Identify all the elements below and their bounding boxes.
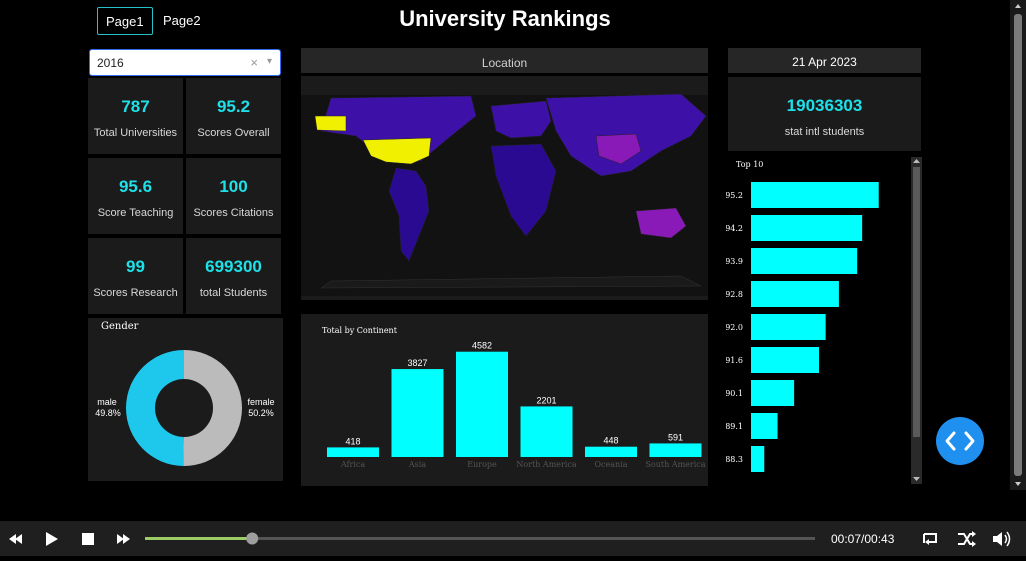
continent-bar-chart: Total by Continent 418 Africa 3827 Asia 4582… (301, 314, 708, 486)
top10-bar[interactable] (751, 347, 820, 373)
location-title: Location (301, 48, 708, 73)
continent-tick-label: South America (645, 460, 705, 469)
kpi-label: Total Universities (93, 127, 178, 139)
top10-tick-label: 91.6 (726, 356, 743, 365)
kpi-label: Scores Citations (193, 207, 274, 219)
top10-tick-label: 94.2 (726, 224, 743, 233)
kpi-value: 95.6 (118, 177, 153, 196)
intl-students-card: 19036303 stat intl students (728, 77, 921, 151)
kpi-scores-research: 99 Scores Research (88, 238, 183, 314)
kpi-total-universities: 787 Total Universities (88, 78, 183, 154)
code-arrows-icon (945, 431, 975, 451)
kpi-value: 787 (121, 97, 150, 116)
continent-chart-title: Total by Continent (322, 326, 398, 335)
year-select[interactable]: 2016 × ▾ (89, 49, 281, 76)
kpi-scores-citations: 100 Scores Citations (186, 158, 281, 234)
repeat-icon[interactable] (923, 533, 937, 545)
page-scroll-thumb[interactable] (1014, 14, 1022, 476)
top10-tick-label: 88.3 (726, 455, 743, 464)
kpi-value: 99 (126, 257, 145, 276)
volume-icon[interactable] (993, 531, 1011, 547)
stop-icon[interactable] (82, 533, 94, 545)
female-percent: 50.2% (248, 408, 274, 418)
kpi-label: Scores Research (93, 287, 178, 299)
top10-tick-label: 89.1 (726, 422, 743, 431)
continent-bar[interactable] (456, 351, 508, 457)
chevron-down-icon[interactable]: ▾ (267, 56, 272, 67)
page-scroll-up-icon[interactable] (1015, 4, 1021, 8)
continent-tick-label: Africa (340, 460, 365, 469)
shuffle-icon[interactable] (958, 531, 976, 547)
continent-bar[interactable] (327, 447, 379, 457)
page-title: University Rankings (399, 6, 611, 31)
top10-bar[interactable] (751, 413, 778, 439)
gender-donut-chart: Gender male 49.8% female 50.2% (88, 318, 283, 481)
top10-bar[interactable] (751, 215, 863, 241)
top10-tick-label: 92.8 (726, 290, 743, 299)
continent-bar-value: 2201 (536, 395, 556, 405)
intl-students-value: 19036303 (786, 96, 863, 115)
kpi-value: 100 (219, 177, 248, 196)
top10-tick-label: 93.9 (726, 257, 743, 266)
continent-bar[interactable] (585, 446, 637, 457)
top10-bar[interactable] (751, 314, 826, 340)
female-label: female (247, 397, 274, 407)
top10-bar[interactable] (751, 446, 765, 472)
rewind-icon[interactable] (9, 534, 22, 544)
male-percent: 49.8% (95, 408, 121, 418)
top10-tick-label: 95.2 (726, 191, 743, 200)
page-nav-button[interactable] (936, 417, 984, 465)
time-display: 00:07/00:43 (831, 532, 895, 546)
continent-tick-label: Asia (408, 460, 426, 469)
map-europe[interactable] (490, 100, 552, 139)
top10-tick-label: 92.0 (726, 323, 743, 332)
continent-bar-value: 591 (668, 432, 683, 442)
top10-title: Top 10 (736, 160, 763, 169)
kpi-score-teaching: 95.6 Score Teaching (88, 158, 183, 234)
map-alaska[interactable] (314, 115, 347, 132)
world-map[interactable] (301, 76, 708, 300)
kpi-label: Scores Overall (197, 127, 270, 139)
continent-tick-label: North America (516, 460, 577, 469)
continent-bar-value: 448 (603, 436, 618, 446)
intl-students-label: stat intl students (784, 126, 865, 138)
continent-bar[interactable] (649, 443, 702, 457)
kpi-label: total Students (199, 287, 268, 299)
male-label: male (97, 397, 117, 407)
continent-bar-value: 4582 (472, 341, 492, 351)
page-scroll-down-icon[interactable] (1015, 482, 1021, 486)
top10-bar[interactable] (751, 380, 795, 406)
seek-handle[interactable] (246, 532, 259, 545)
continent-bar-value: 418 (345, 436, 360, 446)
kpi-label: Score Teaching (97, 207, 174, 219)
play-icon[interactable] (46, 532, 58, 546)
continent-tick-label: Oceania (594, 460, 627, 469)
kpi-scores-overall: 95.2 Scores Overall (186, 78, 281, 154)
kpi-value: 95.2 (216, 97, 251, 116)
top10-bar[interactable] (751, 248, 858, 274)
date-display: 21 Apr 2023 (728, 48, 921, 73)
kpi-value: 699300 (205, 257, 262, 276)
continent-tick-label: Europe (467, 460, 497, 469)
page-scrollbar[interactable] (1010, 0, 1026, 490)
top10-bar-chart: Top 10 95.2 94.2 93.9 92.8 92.0 91.6 90.1 89.1 8… (726, 155, 923, 486)
top10-tick-label: 90.1 (726, 389, 743, 398)
clear-icon[interactable]: × (250, 55, 258, 70)
dashboard: Page1 Page2 University Rankings 2016 × ▾… (0, 0, 1010, 490)
gender-title: Gender (101, 321, 139, 332)
continent-bar[interactable] (391, 369, 444, 457)
top10-scrollbar-thumb[interactable] (913, 167, 920, 437)
top10-bar[interactable] (751, 281, 839, 307)
seek-progress (145, 537, 253, 540)
fast-forward-icon[interactable] (117, 534, 130, 544)
kpi-total-students: 699300 total Students (186, 238, 281, 314)
continent-bar-value: 3827 (407, 358, 427, 368)
top10-bar[interactable] (751, 182, 879, 208)
tab-page1[interactable]: Page1 (97, 7, 153, 35)
video-controls: 00:07/00:43 (0, 521, 1026, 556)
continent-bar[interactable] (520, 406, 573, 457)
year-select-value: 2016 (97, 56, 124, 70)
tab-page2[interactable]: Page2 (155, 7, 209, 35)
